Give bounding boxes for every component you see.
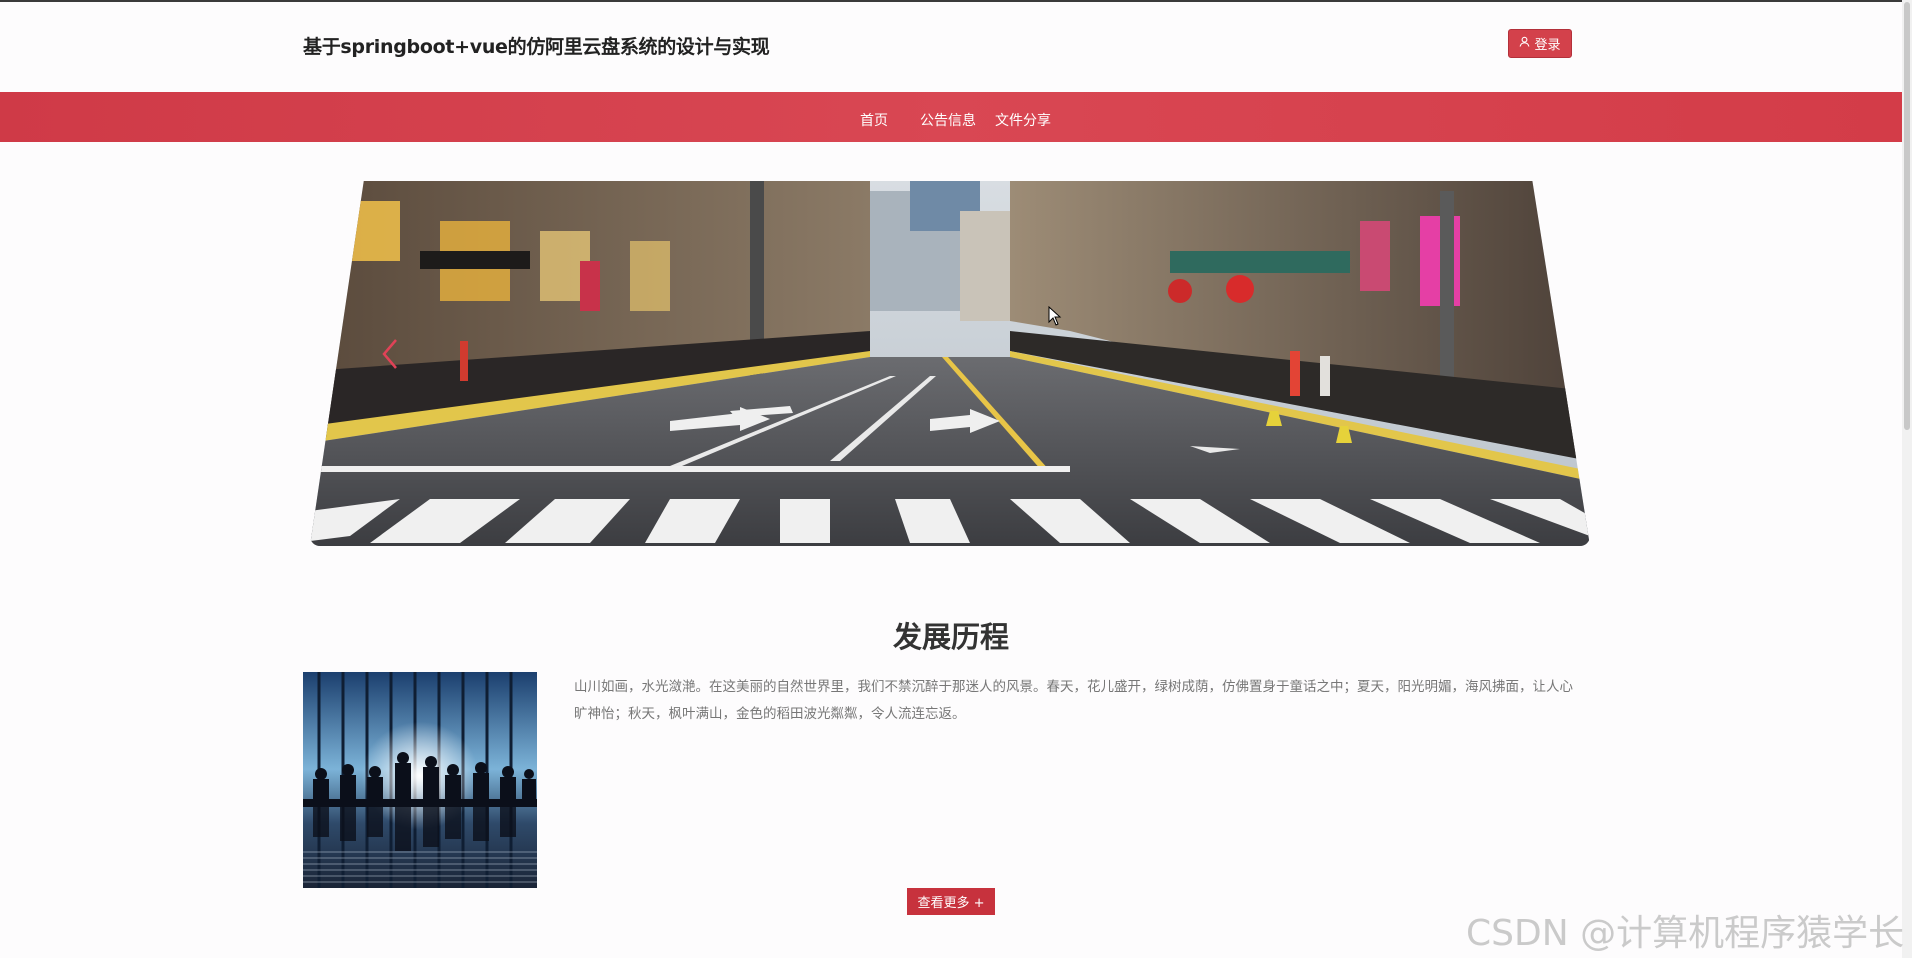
page: 基于springboot+vue的仿阿里云盘系统的设计与实现 登录 首页 公告信… bbox=[0, 0, 1912, 958]
login-button[interactable]: 登录 bbox=[1508, 29, 1572, 58]
section-image bbox=[303, 672, 537, 888]
carousel-prev-arrow-icon[interactable] bbox=[380, 336, 400, 372]
site-title: 基于springboot+vue的仿阿里云盘系统的设计与实现 bbox=[303, 36, 770, 58]
watermark: CSDN @计算机程序猿学长 bbox=[1466, 913, 1905, 954]
nav-item-file-share[interactable]: 文件分享 bbox=[995, 110, 1051, 130]
view-more-button[interactable]: 查看更多 + bbox=[907, 888, 995, 915]
mouse-cursor-icon bbox=[1048, 306, 1062, 326]
banner-carousel-image[interactable] bbox=[310, 181, 1590, 546]
section-title: 发展历程 bbox=[892, 620, 1009, 654]
nav-item-notice[interactable]: 公告信息 bbox=[920, 110, 976, 130]
nav-item-home[interactable]: 首页 bbox=[860, 110, 888, 130]
top-border bbox=[0, 0, 1912, 2]
scrollbar-thumb[interactable] bbox=[1904, 2, 1910, 430]
user-icon bbox=[1519, 36, 1530, 51]
section-description: 山川如画，水光潋滟。在这美丽的自然世界里，我们不禁沉醉于那迷人的风景。春天，花儿… bbox=[574, 679, 1573, 722]
login-label: 登录 bbox=[1534, 38, 1561, 53]
